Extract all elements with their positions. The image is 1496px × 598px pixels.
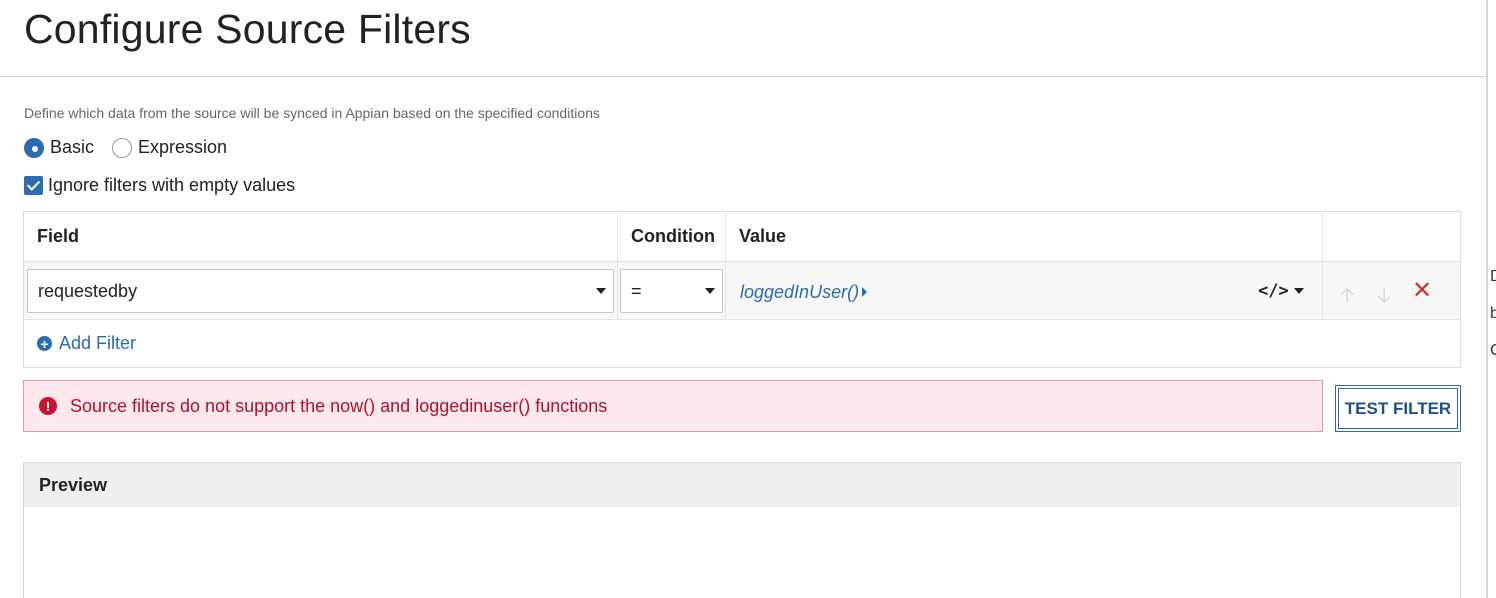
arrow-up-icon[interactable]: 🡡 xyxy=(1340,281,1354,315)
chevron-down-icon xyxy=(596,288,606,294)
basic-radio[interactable] xyxy=(24,137,44,158)
preview-title: Preview xyxy=(24,463,1460,507)
ignore-empty-label[interactable]: Ignore filters with empty values xyxy=(48,175,295,196)
value-expression-link[interactable]: loggedInUser() xyxy=(740,282,868,303)
arrow-down-icon[interactable]: 🡣 xyxy=(1377,281,1391,315)
right-peek-text: b xyxy=(1490,305,1496,322)
error-message-text: Source filters do not support the now() … xyxy=(70,395,608,416)
field-select-value: requestedby xyxy=(38,280,138,301)
page-header: Configure Source Filters xyxy=(0,0,1487,77)
basic-radio-label[interactable]: Basic xyxy=(50,137,94,158)
code-icon: </> xyxy=(1258,281,1289,301)
expression-editor-button[interactable]: </> xyxy=(1258,281,1304,301)
field-select[interactable]: requestedby xyxy=(27,269,614,313)
field-column-header: Field xyxy=(37,226,80,246)
right-peek-text: D xyxy=(1490,268,1496,285)
value-column-header: Value xyxy=(739,226,787,246)
chevron-down-icon xyxy=(705,288,715,294)
filter-grid-header: Field Condition Value xyxy=(24,212,1460,262)
error-message-box: ! Source filters do not support the now(… xyxy=(23,380,1323,432)
preview-panel: Preview xyxy=(23,462,1461,598)
column-divider xyxy=(617,212,618,320)
add-filter-link[interactable]: + Add Filter xyxy=(37,333,136,354)
filter-row: requestedby = loggedInUser() </> 🡡 🡣 ✕ xyxy=(24,262,1460,320)
mode-radio-group: Basic Expression xyxy=(24,137,239,158)
close-icon[interactable]: ✕ xyxy=(1412,276,1432,305)
exclamation-circle-icon: ! xyxy=(39,397,57,415)
condition-select[interactable]: = xyxy=(620,269,723,313)
caret-right-icon xyxy=(862,287,868,297)
page-description: Define which data from the source will b… xyxy=(24,105,600,121)
expression-radio[interactable] xyxy=(112,137,133,158)
condition-select-value: = xyxy=(631,280,642,301)
page-title: Configure Source Filters xyxy=(24,6,471,52)
column-divider xyxy=(1322,212,1323,320)
ignore-empty-checkbox[interactable] xyxy=(24,176,43,195)
column-divider xyxy=(725,212,726,320)
add-filter-label: Add Filter xyxy=(59,333,137,353)
expression-radio-label[interactable]: Expression xyxy=(138,137,227,158)
chevron-down-icon xyxy=(1293,288,1304,294)
ignore-empty-checkbox-row: Ignore filters with empty values xyxy=(24,175,295,196)
condition-column-header: Condition xyxy=(631,226,715,246)
right-panel-divider xyxy=(1486,0,1488,598)
right-peek-text: C xyxy=(1490,342,1496,359)
filter-grid: Field Condition Value requestedby = logg… xyxy=(23,211,1461,368)
value-expression-text: loggedInUser() xyxy=(740,282,860,302)
test-filter-button[interactable]: TEST FILTER xyxy=(1335,385,1461,432)
plus-circle-icon: + xyxy=(37,336,52,351)
